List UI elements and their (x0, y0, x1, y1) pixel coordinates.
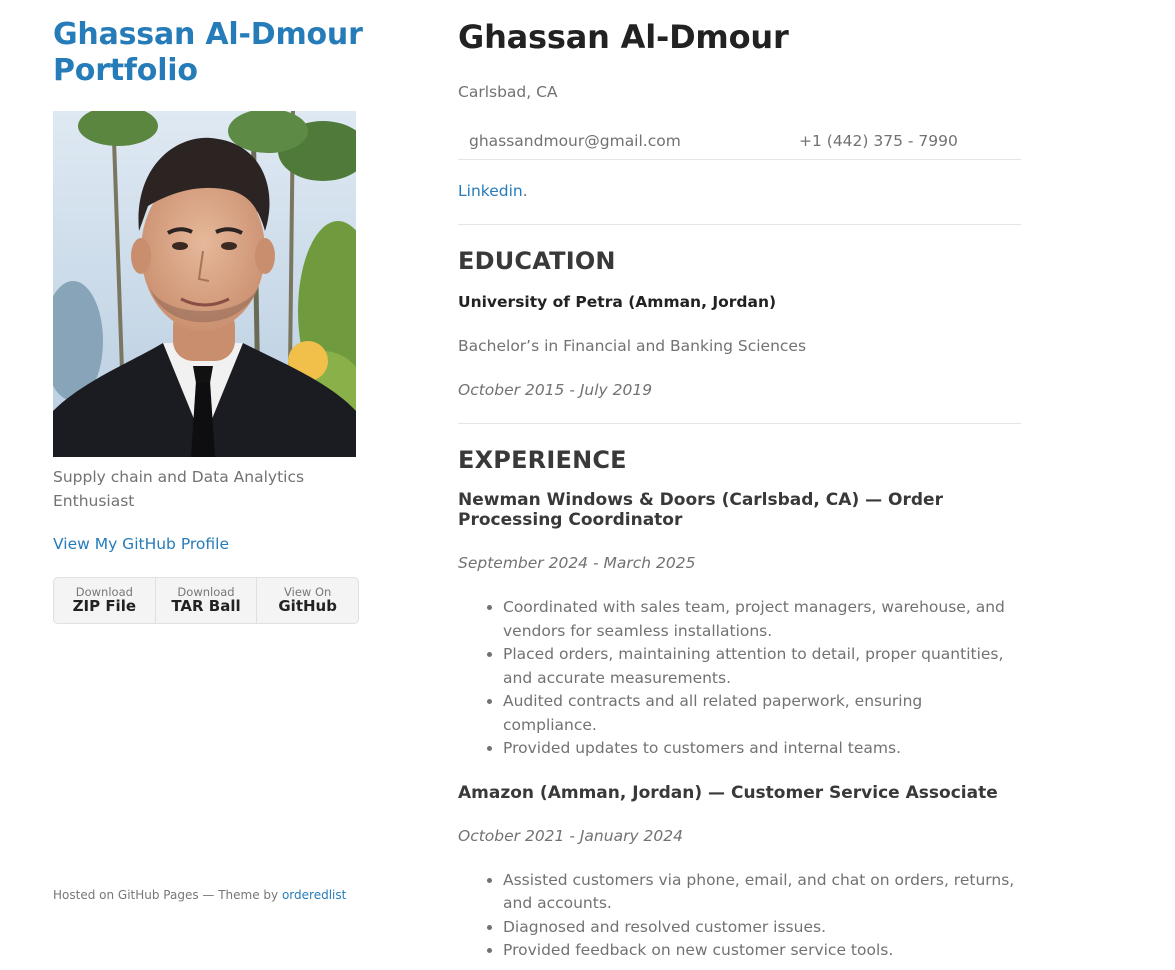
tagline: Supply chain and Data Analytics Enthusia… (53, 468, 305, 510)
download-zip-label: ZIP File (72, 597, 137, 615)
list-item: Placed orders, maintaining attention to … (503, 643, 1021, 690)
linkedin-suffix: . (522, 182, 528, 200)
download-buttons: Download ZIP File Download TAR Ball View… (53, 577, 359, 624)
list-item: Provided feedback on new customer servic… (503, 939, 1021, 963)
download-zip-button[interactable]: Download ZIP File (54, 578, 156, 623)
education-degree: Bachelor’s in Financial and Banking Scie… (458, 337, 807, 355)
view-on-github-button[interactable]: View On GitHub (257, 578, 358, 623)
list-item: Diagnosed and resolved customer issues. (503, 916, 1021, 940)
theme-author-link[interactable]: orderedlist (282, 888, 346, 902)
phone-cell: +1 (442) 375 - 7990 (788, 123, 1021, 160)
sidebar: Ghassan Al-Dmour Portfolio Supply chain … (53, 0, 363, 624)
resume-name: Ghassan Al-Dmour (458, 18, 789, 56)
profile-photo (53, 111, 356, 457)
education-dates: October 2015 - July 2019 (458, 381, 653, 399)
education-school: University of Petra (Amman, Jordan) (458, 293, 777, 311)
view-on-github-label: GitHub (278, 597, 337, 615)
linkedin-link[interactable]: Linkedin (458, 182, 523, 200)
site-title-line1[interactable]: Ghassan Al-Dmour (53, 17, 363, 53)
list-item: Audited contracts and all related paperw… (503, 690, 1021, 737)
list-item: Assisted customers via phone, email, and… (503, 869, 1021, 916)
linkedin-line: Linkedin. (458, 182, 1021, 200)
download-tar-label: TAR Ball (171, 597, 241, 615)
main-content: Ghassan Al-Dmour Carlsbad, CA ghassandmo… (458, 0, 1021, 963)
github-profile-link[interactable]: View My GitHub Profile (53, 535, 363, 553)
contact-row: ghassandmour@gmail.com +1 (442) 375 - 79… (458, 123, 1021, 160)
job-dates: September 2024 - March 2025 (458, 554, 696, 572)
job-duties-list: Assisted customers via phone, email, and… (458, 869, 1021, 963)
footer-text: Hosted on GitHub Pages — Theme by (53, 888, 282, 902)
job-entry: Newman Windows & Doors (Carlsbad, CA) — … (458, 490, 1021, 761)
job-title: Amazon (Amman, Jordan) — Customer Servic… (458, 782, 998, 803)
contact-table: ghassandmour@gmail.com +1 (442) 375 - 79… (458, 123, 1021, 160)
site-title[interactable]: Ghassan Al-Dmour Portfolio (53, 17, 363, 89)
job-dates: October 2021 - January 2024 (458, 826, 683, 845)
page: Ghassan Al-Dmour Portfolio Supply chain … (0, 0, 1175, 970)
list-item: Coordinated with sales team, project man… (503, 596, 1021, 643)
experience-heading: EXPERIENCE (458, 446, 627, 474)
divider (458, 423, 1021, 424)
footer: Hosted on GitHub Pages — Theme by ordere… (53, 888, 346, 902)
list-item: Provided updates to customers and intern… (503, 737, 1021, 761)
location: Carlsbad, CA (458, 83, 558, 101)
email-cell: ghassandmour@gmail.com (458, 123, 788, 160)
job-title: Newman Windows & Doors (Carlsbad, CA) — … (458, 490, 943, 530)
site-title-line2[interactable]: Portfolio (53, 53, 363, 89)
education-heading: EDUCATION (458, 247, 616, 275)
download-tar-button[interactable]: Download TAR Ball (156, 578, 258, 623)
job-duties-list: Coordinated with sales team, project man… (458, 596, 1021, 761)
job-entry: Amazon (Amman, Jordan) — Customer Servic… (458, 783, 1021, 963)
divider (458, 224, 1021, 225)
